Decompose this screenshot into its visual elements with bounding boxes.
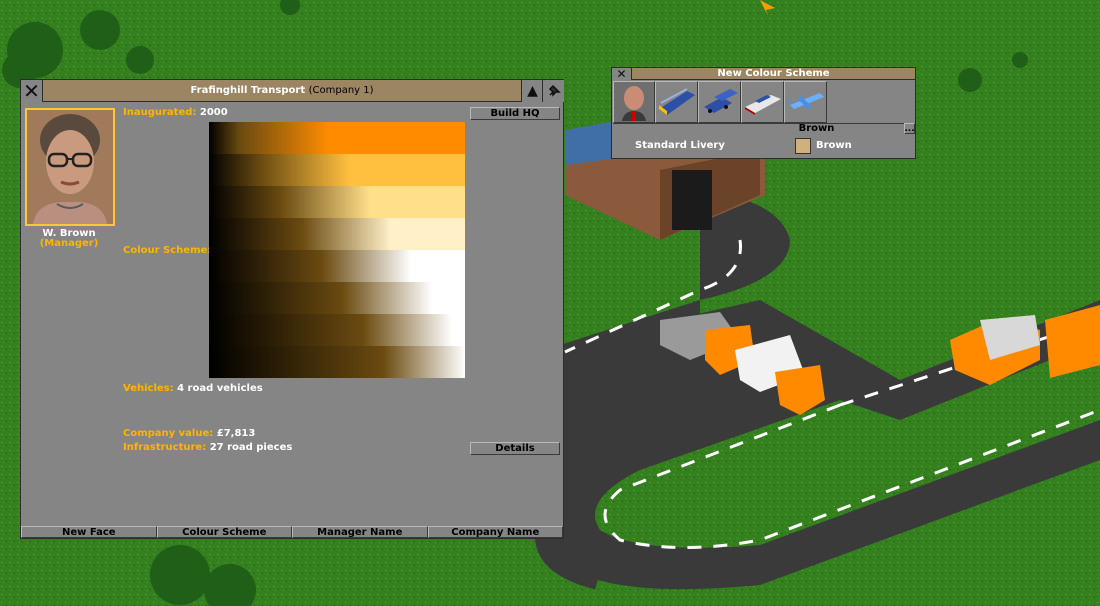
- colour-dropdown[interactable]: Brown: [613, 123, 905, 134]
- inaugurated-label: Inaugurated:: [123, 107, 197, 118]
- window-title[interactable]: New Colour Scheme: [632, 68, 915, 80]
- road-vehicle-icon: [703, 89, 738, 113]
- company-number: (Company 1): [308, 85, 374, 96]
- manager-face-icon: [622, 86, 646, 121]
- company-value-row: Company value: £7,813: [123, 428, 255, 439]
- manager-face-tab[interactable]: [613, 81, 655, 123]
- close-icon[interactable]: ✕: [21, 80, 43, 102]
- ship-icon: [744, 95, 781, 115]
- manager-role: (Manager): [39, 238, 99, 249]
- colour-scheme-button[interactable]: Colour Scheme: [156, 526, 292, 538]
- details-button[interactable]: Details: [470, 442, 560, 455]
- infrastructure-label: Infrastructure:: [123, 442, 207, 453]
- close-icon[interactable]: ✕: [612, 68, 632, 80]
- company-value-value: £7,813: [216, 428, 256, 439]
- livery-row[interactable]: Standard Livery Brown: [613, 136, 915, 156]
- vehicles-label: Vehicles:: [123, 383, 174, 394]
- colour-scheme-window: ✕ New Colour Scheme Brown ... Standard L…: [611, 67, 916, 159]
- window-title[interactable]: Frafinghill Transport (Company 1): [43, 80, 521, 102]
- inaugurated-value: 2000: [199, 107, 228, 118]
- infrastructure-row: Infrastructure: 27 road pieces: [123, 442, 292, 453]
- gradient-band: [209, 314, 465, 346]
- livery-label: Standard Livery: [635, 140, 725, 151]
- gradient-band: [209, 282, 465, 314]
- company-name-title: Frafinghill Transport: [190, 85, 306, 96]
- build-hq-button[interactable]: Build HQ: [470, 107, 560, 120]
- aircraft-tab[interactable]: [784, 81, 827, 123]
- ship-tab[interactable]: [741, 81, 784, 123]
- brown-swatch: [795, 138, 811, 154]
- aircraft-icon: [787, 93, 824, 109]
- manager-face: [25, 108, 115, 226]
- gradient-band: [209, 122, 465, 154]
- colour-scheme-label: Colour Scheme:: [123, 245, 212, 256]
- company-value-label: Company value:: [123, 428, 214, 439]
- manager-name-button[interactable]: Manager Name: [292, 526, 428, 538]
- company-button-bar: New Face Colour Scheme Manager Name Comp…: [21, 526, 563, 538]
- colour-scheme-gradient: [209, 122, 465, 378]
- new-face-button[interactable]: New Face: [21, 526, 157, 538]
- vehicles-row: Vehicles: 4 road vehicles: [123, 383, 263, 394]
- more-button[interactable]: ...: [904, 123, 915, 134]
- infrastructure-value: 27 road pieces: [209, 442, 293, 453]
- vehicles-value: 4 road vehicles: [177, 383, 263, 394]
- company-window: ✕ Frafinghill Transport (Company 1) ▲ W.…: [20, 79, 564, 539]
- shade-icon[interactable]: ▲: [521, 80, 543, 102]
- gradient-band: [209, 346, 465, 378]
- livery-colour: Brown: [816, 140, 852, 151]
- selected-colour: Brown: [798, 123, 835, 134]
- gradient-band: [209, 218, 465, 250]
- inaugurated-row: Inaugurated: 2000: [123, 107, 228, 118]
- train-icon: [658, 88, 695, 115]
- road-vehicle-tab[interactable]: [698, 81, 741, 123]
- gradient-band: [209, 186, 465, 218]
- gradient-band: [209, 154, 465, 186]
- company-name-button[interactable]: Company Name: [427, 526, 563, 538]
- pin-icon[interactable]: [542, 80, 564, 102]
- gradient-band: [209, 250, 465, 282]
- train-tab[interactable]: [655, 81, 698, 123]
